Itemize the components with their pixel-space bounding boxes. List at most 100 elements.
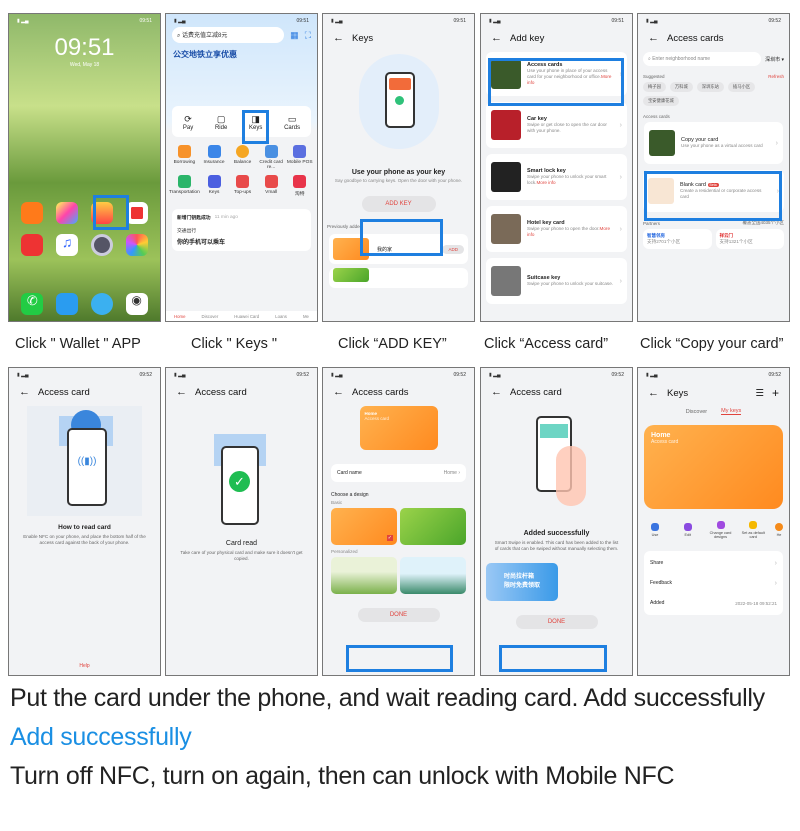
key-type-car-key[interactable]: Car key Swipe or get close to open the ca… xyxy=(486,102,627,148)
search-input[interactable]: ⌕ 话费充值立减8元 xyxy=(172,27,285,43)
grid-item[interactable]: Credit card re... xyxy=(257,145,286,170)
back-icon[interactable]: ← xyxy=(648,32,659,44)
my-keys-panel: ▮ ▂▄ 09:52 ← Keys ☰ + Discover My keys Home A… xyxy=(637,367,790,676)
grid-item[interactable]: Insurance xyxy=(200,145,229,170)
add-key-button[interactable]: ADD KEY xyxy=(361,196,436,213)
copy-your-card[interactable]: Copy your card Use your phone as a virtua… xyxy=(644,122,783,164)
add-button[interactable]: ADD xyxy=(442,244,464,254)
grid-item[interactable]: Mobile POS xyxy=(285,145,314,170)
key-type-hotel[interactable]: Hotel key card Swipe your phone to open t… xyxy=(486,206,627,252)
clock: 09:51 xyxy=(54,34,115,61)
design-option-house[interactable] xyxy=(400,557,466,595)
grid-item[interactable]: Balance xyxy=(228,145,257,170)
grid-item[interactable]: Borrowing xyxy=(169,145,200,170)
selected-check-icon: ✓ xyxy=(386,535,393,542)
action-set-default[interactable]: Set as default card xyxy=(740,521,766,539)
city-dropdown[interactable]: 深圳市 ▾ xyxy=(765,56,784,63)
grid-item[interactable]: Top-ups xyxy=(228,175,257,197)
app-video[interactable] xyxy=(21,202,44,224)
quick-cards[interactable]: ▭ Cards xyxy=(284,114,300,131)
qr-icon[interactable]: ▦ xyxy=(290,30,299,41)
chip[interactable]: 插马小区 xyxy=(727,82,756,92)
grid-item[interactable]: Keys xyxy=(200,175,229,197)
app-messages[interactable] xyxy=(56,293,79,315)
footer-line-3: Turn off NFC, turn on again, then can un… xyxy=(10,762,675,790)
action-more[interactable]: He xyxy=(773,523,785,537)
design-option-orange[interactable]: ✓ xyxy=(331,508,397,546)
add-icon[interactable]: + xyxy=(772,386,779,400)
back-icon[interactable]: ← xyxy=(19,386,30,398)
grid-item[interactable]: Vmall xyxy=(257,175,286,197)
nav-me[interactable]: Me xyxy=(303,314,309,319)
grid-item[interactable]: Transportation xyxy=(169,175,200,197)
app-settings[interactable] xyxy=(90,234,113,256)
app-phone[interactable]: ✆ xyxy=(21,293,44,315)
chip[interactable]: 梅子园 xyxy=(643,82,666,92)
back-icon[interactable]: ← xyxy=(333,386,344,398)
action-edit[interactable]: Edit xyxy=(675,523,701,537)
refresh-link[interactable]: Refresh xyxy=(768,74,784,79)
footer-line-1: Put the card under the phone, and wait r… xyxy=(10,684,765,712)
app-music[interactable]: ♫ xyxy=(56,234,79,256)
status-time: 09:51 xyxy=(139,18,152,24)
action-use[interactable]: Use xyxy=(642,523,668,537)
card-name-row[interactable]: Card name Home › xyxy=(331,464,466,482)
grid-item[interactable]: 淘特 xyxy=(285,175,314,197)
nav-discover[interactable]: Discover xyxy=(202,314,219,319)
highlight-done xyxy=(346,645,453,672)
highlight-copy-card xyxy=(644,171,782,221)
feedback-row[interactable]: Feedback › xyxy=(650,573,777,593)
add-key-panel: ▮ ▂▄ 09:51 ← Add key Access cards Use your … xyxy=(480,13,633,322)
success-check-icon: ✓ xyxy=(229,471,250,492)
home-access-card[interactable]: Home Access card xyxy=(644,425,783,509)
caption-3: Click “ADD KEY” xyxy=(338,336,447,352)
promo-banner[interactable]: 时尚拉杆箱 限时免费领取 xyxy=(486,563,558,602)
quick-pay[interactable]: ⟳ Pay xyxy=(183,114,193,131)
quick-ride[interactable]: ▢ Ride xyxy=(215,114,227,131)
nfc-illustration: ((▮)) xyxy=(27,406,142,516)
highlight-wallet xyxy=(93,195,129,230)
nav-huawei-card[interactable]: Huawei Card xyxy=(234,314,259,319)
partner-card[interactable]: 智慧邻房 支持2701个小区 xyxy=(643,229,712,250)
app-appgallery[interactable] xyxy=(21,234,44,256)
chip[interactable]: 万科城 xyxy=(669,82,693,92)
nav-loans[interactable]: Loans xyxy=(275,314,287,319)
access-cards-panel: ▮ ▂▄ 09:52 ← Access cards ⌕ Enter neighbor… xyxy=(637,13,790,322)
highlight-done xyxy=(499,645,607,672)
share-row[interactable]: Share › xyxy=(650,553,777,573)
wallet-panel: ▮ ▂▄ 09:51 ⌕ 话费充值立减8元 ▦ ⛶ 公交地铁立享优惠 ⟳ Pay ▢… xyxy=(165,13,318,322)
nav-home[interactable]: Home xyxy=(174,314,185,319)
back-icon[interactable]: ← xyxy=(491,32,502,44)
neighborhood-search-input[interactable]: ⌕ Enter neighborhood name xyxy=(643,52,762,66)
key-type-smart-lock[interactable]: Smart lock key Swipe your phone to unlock… xyxy=(486,154,627,200)
card-preview: Home Access card xyxy=(359,406,438,450)
chip[interactable]: 深圳东站 xyxy=(696,82,724,92)
back-icon[interactable]: ← xyxy=(491,386,502,398)
back-icon[interactable]: ← xyxy=(333,32,344,44)
design-option-flowers[interactable] xyxy=(331,557,397,595)
app-browser[interactable] xyxy=(90,293,113,315)
highlight-add-key xyxy=(360,219,443,256)
help-link[interactable]: Help xyxy=(9,663,160,669)
design-option-green[interactable] xyxy=(400,508,466,546)
highlight-keys xyxy=(242,110,269,144)
list-icon[interactable]: ☰ xyxy=(755,388,764,399)
back-icon[interactable]: ← xyxy=(648,387,659,399)
action-change-design[interactable]: Change card designs xyxy=(708,521,734,539)
app-themes[interactable] xyxy=(56,202,79,224)
date: Wed, May 18 xyxy=(69,62,100,68)
chip[interactable]: 宝安健康花城 xyxy=(643,96,679,106)
done-button[interactable]: DONE xyxy=(515,615,598,630)
app-gallery[interactable] xyxy=(125,234,148,256)
back-icon[interactable]: ← xyxy=(176,386,187,398)
banner-title[interactable]: 公交地铁立享优惠 xyxy=(166,46,317,106)
partner-card[interactable]: 祥云门 支持1321个小区 xyxy=(715,229,784,250)
card-design-panel: ▮ ▂▄ 09:52 ← Access cards Home Access card … xyxy=(322,367,475,676)
done-button[interactable]: DONE xyxy=(357,608,440,623)
tab-discover[interactable]: Discover xyxy=(686,409,707,415)
tab-my-keys[interactable]: My keys xyxy=(721,408,742,415)
key-type-suitcase[interactable]: Suitcase key Swipe your phone to unlock y… xyxy=(486,258,627,304)
page-title: Keys xyxy=(352,32,374,44)
app-camera[interactable]: ◉ xyxy=(125,293,148,315)
scan-icon[interactable]: ⛶ xyxy=(305,30,311,41)
